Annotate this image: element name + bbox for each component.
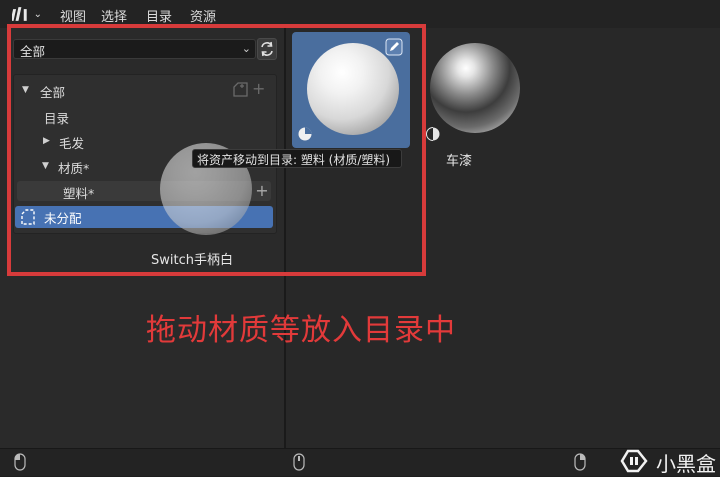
watermark-text: 小黑盒 xyxy=(656,452,716,476)
watermark-logo-icon xyxy=(620,449,648,473)
menu-select[interactable]: 选择 xyxy=(101,6,127,25)
material-type-icon xyxy=(426,127,440,141)
mouse-right-icon xyxy=(574,453,586,471)
highlight-box xyxy=(7,24,426,276)
annotation-text: 拖动材质等放入目录中 xyxy=(146,313,456,348)
mouse-middle-icon xyxy=(293,453,305,471)
menu-view[interactable]: 视图 xyxy=(60,6,86,25)
asset-preview-sphere[interactable] xyxy=(430,43,520,133)
editor-type-button[interactable]: ⌄ xyxy=(8,3,42,25)
asset-browser-icon xyxy=(12,7,27,21)
status-bar xyxy=(0,448,720,476)
asset-label: 车漆 xyxy=(446,154,473,169)
menu-assets[interactable]: 资源 xyxy=(190,6,216,25)
chevron-down-icon: ⌄ xyxy=(33,8,42,20)
mouse-left-icon xyxy=(14,453,26,471)
menu-catalog[interactable]: 目录 xyxy=(146,6,172,25)
